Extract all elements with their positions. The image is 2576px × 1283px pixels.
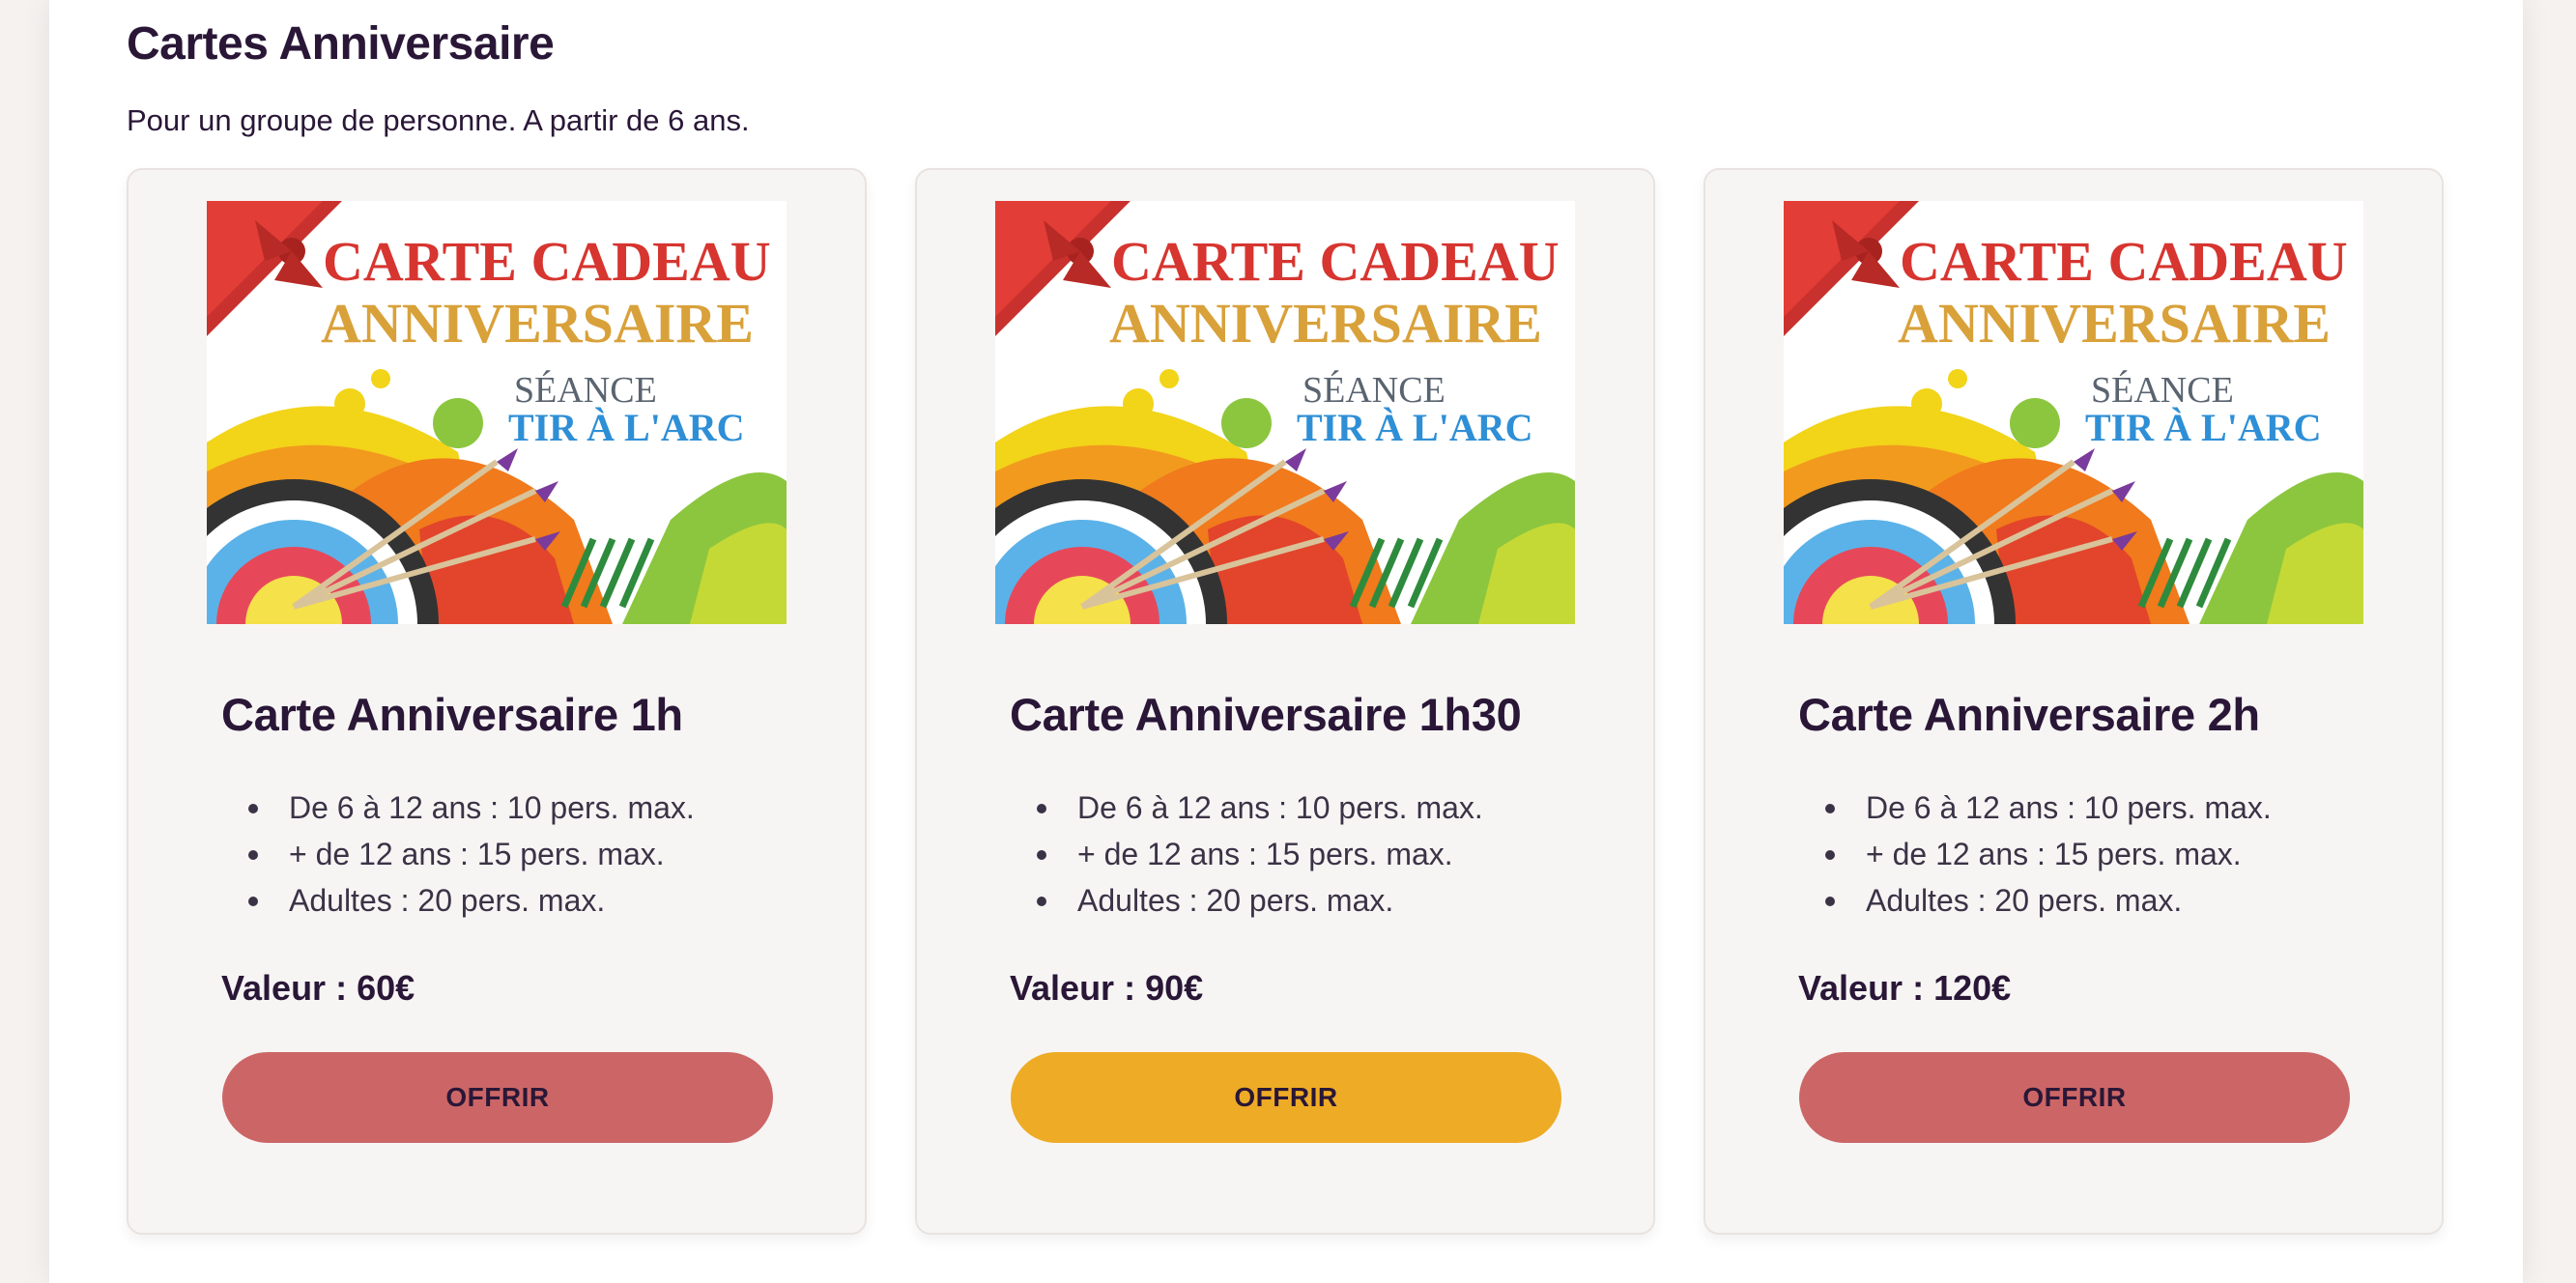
svg-text:SÉANCE: SÉANCE xyxy=(2091,370,2234,411)
card-price: Valeur : 60€ xyxy=(221,968,415,1008)
svg-text:TIR À L'ARC: TIR À L'ARC xyxy=(1297,406,1532,449)
svg-text:CARTE CADEAU: CARTE CADEAU xyxy=(1900,230,2348,293)
gift-card-1h30: CARTE CADEAU ANNIVERSAIRE SÉANCE TIR À L… xyxy=(915,168,1655,1235)
feature-item: De 6 à 12 ans : 10 pers. max. xyxy=(1825,784,2272,831)
card-title: Carte Anniversaire 2h xyxy=(1798,689,2260,740)
svg-text:CARTE CADEAU: CARTE CADEAU xyxy=(1111,230,1560,293)
card-feature-list: De 6 à 12 ans : 10 pers. max. + de 12 an… xyxy=(248,784,695,924)
birthday-archery-illustration: CARTE CADEAU ANNIVERSAIRE SÉANCE TIR À L… xyxy=(207,201,787,624)
section-title: Cartes Anniversaire xyxy=(127,18,555,70)
birthday-archery-illustration: CARTE CADEAU ANNIVERSAIRE SÉANCE TIR À L… xyxy=(1784,201,2363,624)
svg-text:ANNIVERSAIRE: ANNIVERSAIRE xyxy=(321,292,754,355)
feature-item: De 6 à 12 ans : 10 pers. max. xyxy=(1037,784,1483,831)
offer-button[interactable]: OFFRIR xyxy=(1011,1052,1561,1143)
card-price: Valeur : 90€ xyxy=(1010,968,1204,1008)
svg-text:ANNIVERSAIRE: ANNIVERSAIRE xyxy=(1898,292,2331,355)
svg-text:TIR À L'ARC: TIR À L'ARC xyxy=(2085,406,2321,449)
offer-button[interactable]: OFFRIR xyxy=(222,1052,773,1143)
gift-card-image: CARTE CADEAU ANNIVERSAIRE SÉANCE TIR À L… xyxy=(207,201,787,624)
feature-item: + de 12 ans : 15 pers. max. xyxy=(1037,831,1483,877)
card-title: Carte Anniversaire 1h xyxy=(221,689,683,740)
svg-text:ANNIVERSAIRE: ANNIVERSAIRE xyxy=(1109,292,1542,355)
gift-card-1h: CARTE CADEAU ANNIVERSAIRE SÉANCE TIR À L… xyxy=(127,168,867,1235)
offer-button[interactable]: OFFRIR xyxy=(1799,1052,2350,1143)
svg-text:TIR À L'ARC: TIR À L'ARC xyxy=(508,406,744,449)
feature-item: + de 12 ans : 15 pers. max. xyxy=(1825,831,2272,877)
birthday-archery-illustration: CARTE CADEAU ANNIVERSAIRE SÉANCE TIR À L… xyxy=(995,201,1575,624)
card-feature-list: De 6 à 12 ans : 10 pers. max. + de 12 an… xyxy=(1037,784,1483,924)
feature-item: Adultes : 20 pers. max. xyxy=(248,877,695,924)
page-container: Cartes Anniversaire Pour un groupe de pe… xyxy=(49,0,2523,1283)
card-price: Valeur : 120€ xyxy=(1798,968,2012,1008)
section-subtitle: Pour un groupe de personne. A partir de … xyxy=(127,103,750,137)
gift-card-2h: CARTE CADEAU ANNIVERSAIRE SÉANCE TIR À L… xyxy=(1703,168,2444,1235)
svg-text:CARTE CADEAU: CARTE CADEAU xyxy=(323,230,771,293)
svg-text:SÉANCE: SÉANCE xyxy=(1302,370,1445,411)
card-title: Carte Anniversaire 1h30 xyxy=(1010,689,1522,740)
feature-item: Adultes : 20 pers. max. xyxy=(1825,877,2272,924)
feature-item: De 6 à 12 ans : 10 pers. max. xyxy=(248,784,695,831)
gift-card-image: CARTE CADEAU ANNIVERSAIRE SÉANCE TIR À L… xyxy=(1784,201,2363,624)
feature-item: + de 12 ans : 15 pers. max. xyxy=(248,831,695,877)
card-feature-list: De 6 à 12 ans : 10 pers. max. + de 12 an… xyxy=(1825,784,2272,924)
svg-text:SÉANCE: SÉANCE xyxy=(514,370,657,411)
gift-card-image: CARTE CADEAU ANNIVERSAIRE SÉANCE TIR À L… xyxy=(995,201,1575,624)
feature-item: Adultes : 20 pers. max. xyxy=(1037,877,1483,924)
